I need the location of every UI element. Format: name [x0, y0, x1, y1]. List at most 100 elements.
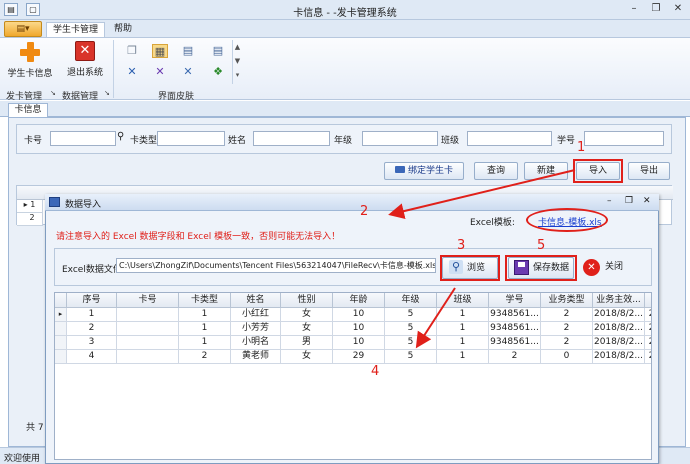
restore-button[interactable]: ❐ — [648, 3, 664, 16]
skin-vs2010-icon[interactable]: ✕ — [152, 65, 168, 79]
table-cell[interactable]: 1 — [67, 308, 117, 322]
table-cell[interactable]: 2 — [541, 308, 593, 322]
table-cell[interactable]: 2 — [541, 336, 593, 350]
table-cell[interactable]: 5 — [385, 350, 437, 364]
row-indicator[interactable] — [55, 336, 67, 350]
table-cell[interactable]: 2018/8/2... — [593, 322, 645, 336]
grade-input[interactable] — [362, 131, 438, 146]
column-header[interactable]: 序号 — [67, 293, 117, 308]
table-cell[interactable]: 小明名 — [231, 336, 281, 350]
file-path-input[interactable]: C:\Users\ZhongZif\Documents\Tencent File… — [116, 258, 436, 273]
column-header[interactable]: 年龄 — [333, 293, 385, 308]
name-input[interactable] — [253, 131, 330, 146]
tab-help[interactable]: 帮助 — [108, 22, 138, 38]
skin-gallery-scroll[interactable]: ▲ ▼ ▾ — [232, 40, 242, 84]
column-header[interactable]: 业务主效... — [593, 293, 645, 308]
table-cell[interactable]: 女 — [281, 322, 333, 336]
table-cell[interactable] — [117, 308, 179, 322]
column-header[interactable]: 性别 — [281, 293, 333, 308]
row-indicator[interactable]: ▸ — [55, 308, 67, 322]
table-cell[interactable]: 黄老师 — [231, 350, 281, 364]
table-cell[interactable]: 1 — [179, 322, 231, 336]
export-button[interactable]: 导出 — [628, 162, 670, 180]
table-cell[interactable]: 2 — [489, 350, 541, 364]
table-cell[interactable]: 5 — [385, 308, 437, 322]
row-indicator[interactable] — [55, 350, 67, 364]
table-cell[interactable]: 2018/8/2... — [593, 308, 645, 322]
table-cell[interactable]: 女 — [281, 350, 333, 364]
column-header[interactable]: 卡号 — [117, 293, 179, 308]
table-cell[interactable]: 2 — [179, 350, 231, 364]
row-indicator[interactable] — [55, 322, 67, 336]
grid-row-header[interactable]: ▸ 1 — [17, 200, 43, 213]
table-cell[interactable]: 2018/8 — [645, 350, 651, 364]
table-cell[interactable]: 2018/8/2... — [593, 350, 645, 364]
column-header[interactable]: 业务类型 — [541, 293, 593, 308]
column-header[interactable]: 班级 — [437, 293, 489, 308]
table-cell[interactable]: 男 — [281, 336, 333, 350]
table-cell[interactable]: 2 — [541, 322, 593, 336]
dialog-close-button[interactable]: ✕ — [643, 196, 651, 206]
column-header[interactable]: 年级 — [385, 293, 437, 308]
skin-blue-icon[interactable]: ▤ — [180, 44, 196, 58]
bind-student-card-button[interactable]: 绑定学生卡 — [384, 162, 464, 180]
close-window-button[interactable]: ✕ — [670, 3, 686, 16]
minimize-button[interactable]: – — [626, 3, 642, 16]
table-cell[interactable]: 29 — [333, 350, 385, 364]
skin-vs-icon[interactable]: ✕ — [124, 65, 140, 79]
dialog-minimize-button[interactable]: – — [607, 196, 612, 206]
card-no-input[interactable] — [50, 131, 116, 146]
table-cell[interactable]: 10 — [333, 322, 385, 336]
table-cell[interactable]: 9348561... — [489, 322, 541, 336]
table-cell[interactable] — [117, 322, 179, 336]
column-header[interactable]: 姓名 — [231, 293, 281, 308]
table-cell[interactable]: 0 — [541, 350, 593, 364]
table-cell[interactable]: 10 — [333, 336, 385, 350]
table-cell[interactable]: 1 — [437, 308, 489, 322]
tab-card-info[interactable]: 卡信息 — [8, 103, 48, 117]
student-card-info-button[interactable]: 学生卡信息 — [6, 41, 54, 79]
table-cell[interactable]: 小芳芳 — [231, 322, 281, 336]
column-header[interactable]: 业务失 — [645, 293, 651, 308]
table-cell[interactable]: 1 — [179, 308, 231, 322]
table-cell[interactable]: 1 — [179, 336, 231, 350]
grid-row-header[interactable]: 2 — [17, 213, 43, 226]
column-header[interactable]: 卡类型 — [179, 293, 231, 308]
card-type-input[interactable] — [157, 131, 225, 146]
table-cell[interactable]: 2 — [67, 322, 117, 336]
skin-black-icon[interactable]: ▤ — [210, 44, 226, 58]
tab-student-card-manage[interactable]: 学生卡管理 — [46, 22, 106, 38]
skin-vs2012-icon[interactable]: ✕ — [180, 65, 196, 79]
table-cell[interactable] — [117, 350, 179, 364]
app-menu-button[interactable]: ▤▾ — [4, 21, 42, 37]
table-cell[interactable]: 1 — [437, 350, 489, 364]
table-cell[interactable]: 2018/8 — [645, 336, 651, 350]
search-icon[interactable]: ⚲ — [117, 131, 124, 142]
table-cell[interactable]: 2018/8 — [645, 308, 651, 322]
dialog-restore-button[interactable]: ❐ — [625, 196, 633, 206]
skin-selected-icon[interactable]: ▦ — [152, 44, 168, 58]
table-cell[interactable]: 小红红 — [231, 308, 281, 322]
class-input[interactable] — [467, 131, 552, 146]
group-expand-icon[interactable]: ↘ — [50, 89, 56, 97]
table-cell[interactable]: 2018/8/2... — [593, 336, 645, 350]
table-cell[interactable]: 女 — [281, 308, 333, 322]
table-cell[interactable]: 4 — [67, 350, 117, 364]
table-cell[interactable]: 1 — [437, 322, 489, 336]
close-dialog-button[interactable]: ✕ 关闭 — [580, 257, 640, 279]
skin-office-icon[interactable]: ❐ — [124, 44, 140, 58]
table-cell[interactable]: 5 — [385, 322, 437, 336]
group-expand-icon[interactable]: ↘ — [104, 89, 110, 97]
exit-system-button[interactable]: ✕ 退出系统 — [62, 41, 108, 78]
table-cell[interactable]: 1 — [437, 336, 489, 350]
table-cell[interactable]: 2018/8 — [645, 322, 651, 336]
student-no-input[interactable] — [584, 131, 664, 146]
table-cell[interactable]: 9348561... — [489, 336, 541, 350]
table-cell[interactable]: 10 — [333, 308, 385, 322]
query-button[interactable]: 查询 — [474, 162, 518, 180]
table-cell[interactable]: 9348561... — [489, 308, 541, 322]
column-header[interactable]: 学号 — [489, 293, 541, 308]
table-cell[interactable]: 3 — [67, 336, 117, 350]
skin-windows-icon[interactable]: ❖ — [210, 65, 226, 79]
new-button[interactable]: 新建 — [524, 162, 568, 180]
